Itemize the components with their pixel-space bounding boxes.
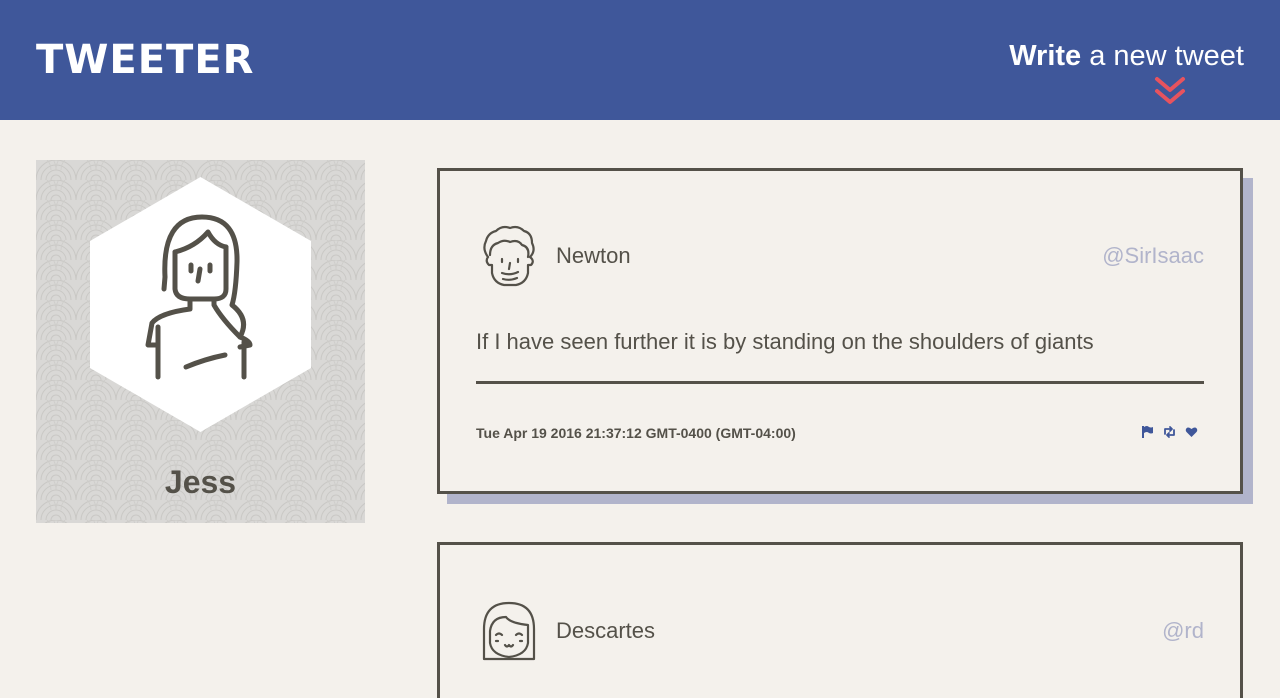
tweet-card: Newton @SirIsaac If I have seen further …: [437, 168, 1243, 494]
heart-icon[interactable]: [1185, 425, 1198, 439]
top-nav: TWEETER Write a new tweet: [0, 0, 1280, 120]
compose-label[interactable]: Write a new tweet: [1009, 38, 1244, 74]
compose-label-rest: a new tweet: [1081, 40, 1244, 72]
double-chevron-down-icon[interactable]: [1154, 76, 1186, 106]
tweet-card: Descartes @rd: [437, 542, 1243, 698]
tweet-actions: [1141, 425, 1198, 439]
curly-hair-man-avatar-icon: [483, 225, 535, 287]
profile-card: Jess: [36, 160, 365, 523]
tweet-author-handle[interactable]: @SirIsaac: [1102, 243, 1204, 269]
tweet-content: If I have seen further it is by standing…: [476, 329, 1094, 354]
flag-icon[interactable]: [1141, 425, 1154, 439]
compose-toggle-button[interactable]: Write a new tweet: [1009, 38, 1244, 104]
tweet-author-handle[interactable]: @rd: [1162, 618, 1204, 644]
compose-label-strong: Write: [1009, 40, 1082, 72]
tweet-timestamp: Tue Apr 19 2016 21:37:12 GMT-0400 (GMT-0…: [476, 425, 796, 441]
tweet-author-name[interactable]: Descartes: [556, 618, 655, 644]
tweet-author-name[interactable]: Newton: [556, 243, 631, 269]
avatar-hexagon: [90, 177, 311, 432]
profile-name: Jess: [164, 464, 237, 500]
logo[interactable]: TWEETER: [36, 38, 254, 82]
bob-hair-avatar-icon: [482, 601, 536, 661]
tweet-divider: [476, 381, 1204, 384]
retweet-icon[interactable]: [1163, 425, 1176, 439]
